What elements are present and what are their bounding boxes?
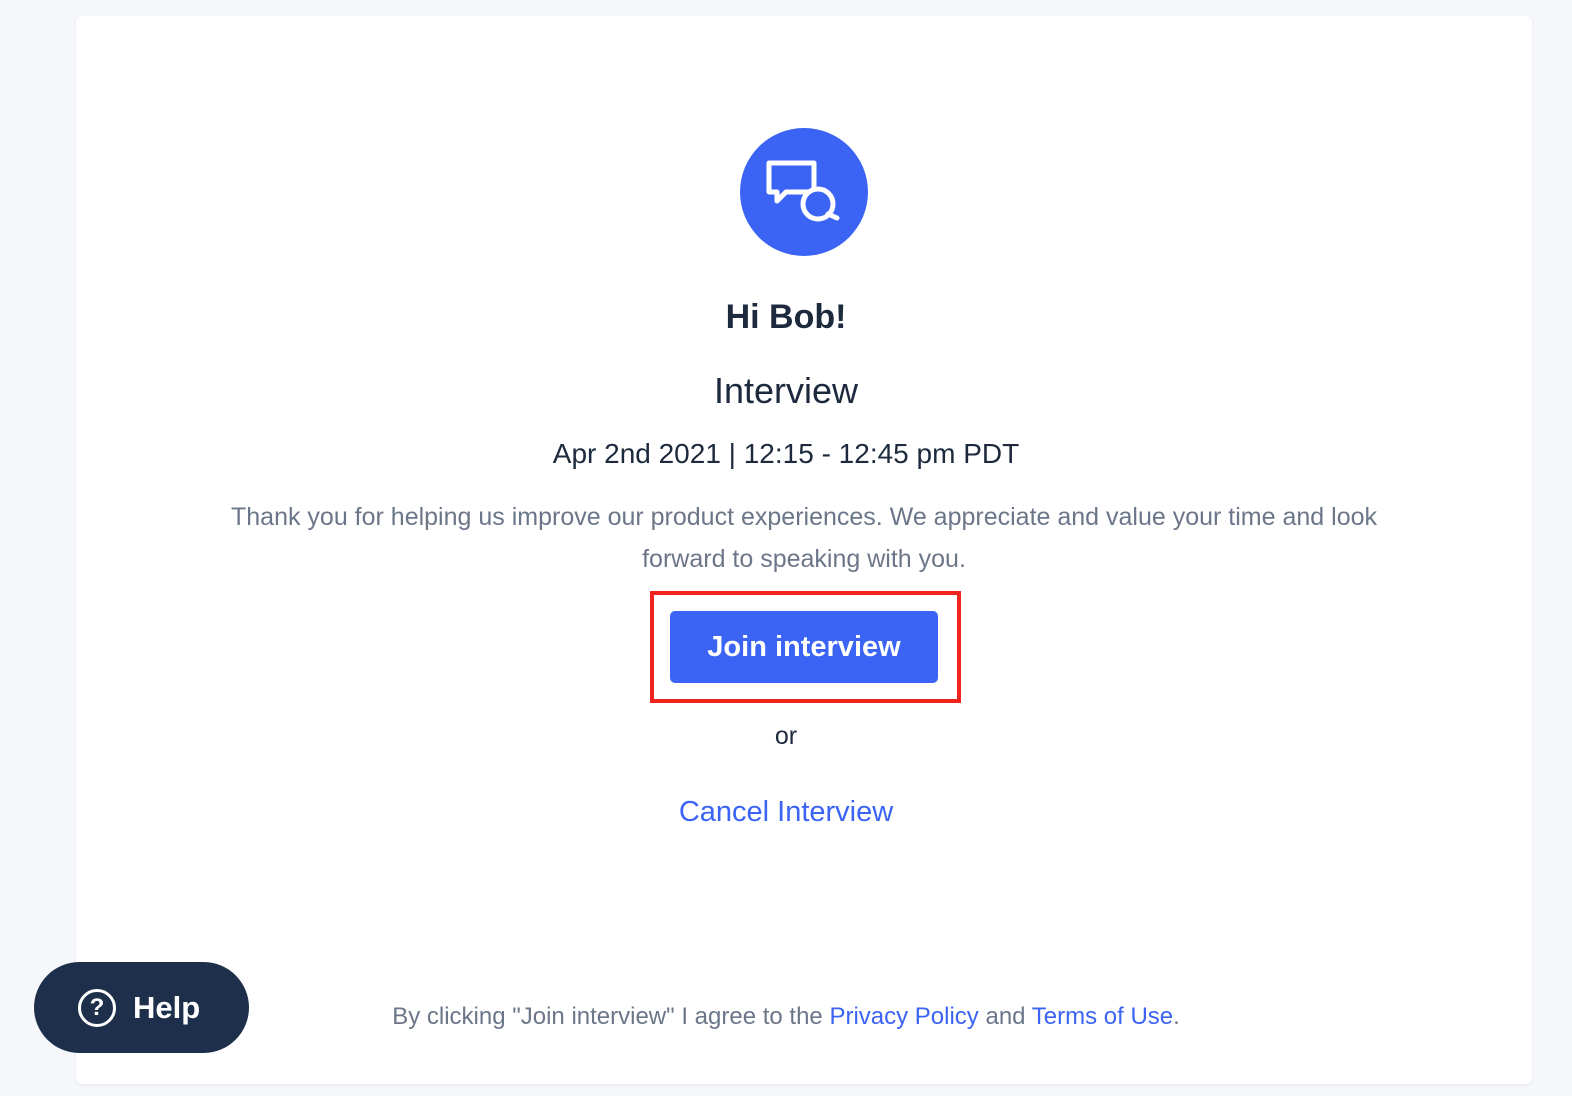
terms-of-use-link[interactable]: Terms of Use — [1032, 1003, 1173, 1030]
logo-badge — [740, 128, 868, 256]
consent-and: and — [985, 1003, 1026, 1030]
greeting-heading: Hi Bob! — [725, 298, 847, 336]
help-button[interactable]: ? Help — [34, 962, 249, 1053]
cancel-interview-container: Cancel Interview — [0, 790, 1572, 834]
consent-prefix: By clicking "Join interview" I agree to … — [392, 1003, 823, 1030]
consent-suffix: . — [1173, 1003, 1180, 1030]
privacy-policy-link[interactable]: Privacy Policy — [829, 1003, 978, 1030]
session-title: Interview — [713, 370, 859, 411]
question-mark-icon: ? — [78, 988, 116, 1027]
session-datetime: Apr 2nd 2021 | 12:15 - 12:45 pm PDT — [552, 438, 1020, 469]
help-label: Help — [133, 989, 201, 1025]
join-interview-button[interactable]: Join interview — [670, 611, 938, 683]
or-separator: or — [774, 722, 798, 750]
chat-bubbles-icon — [766, 160, 842, 224]
cancel-interview-link[interactable]: Cancel Interview — [679, 796, 893, 828]
thank-you-message: Thank you for helping us improve our pro… — [230, 503, 1378, 573]
